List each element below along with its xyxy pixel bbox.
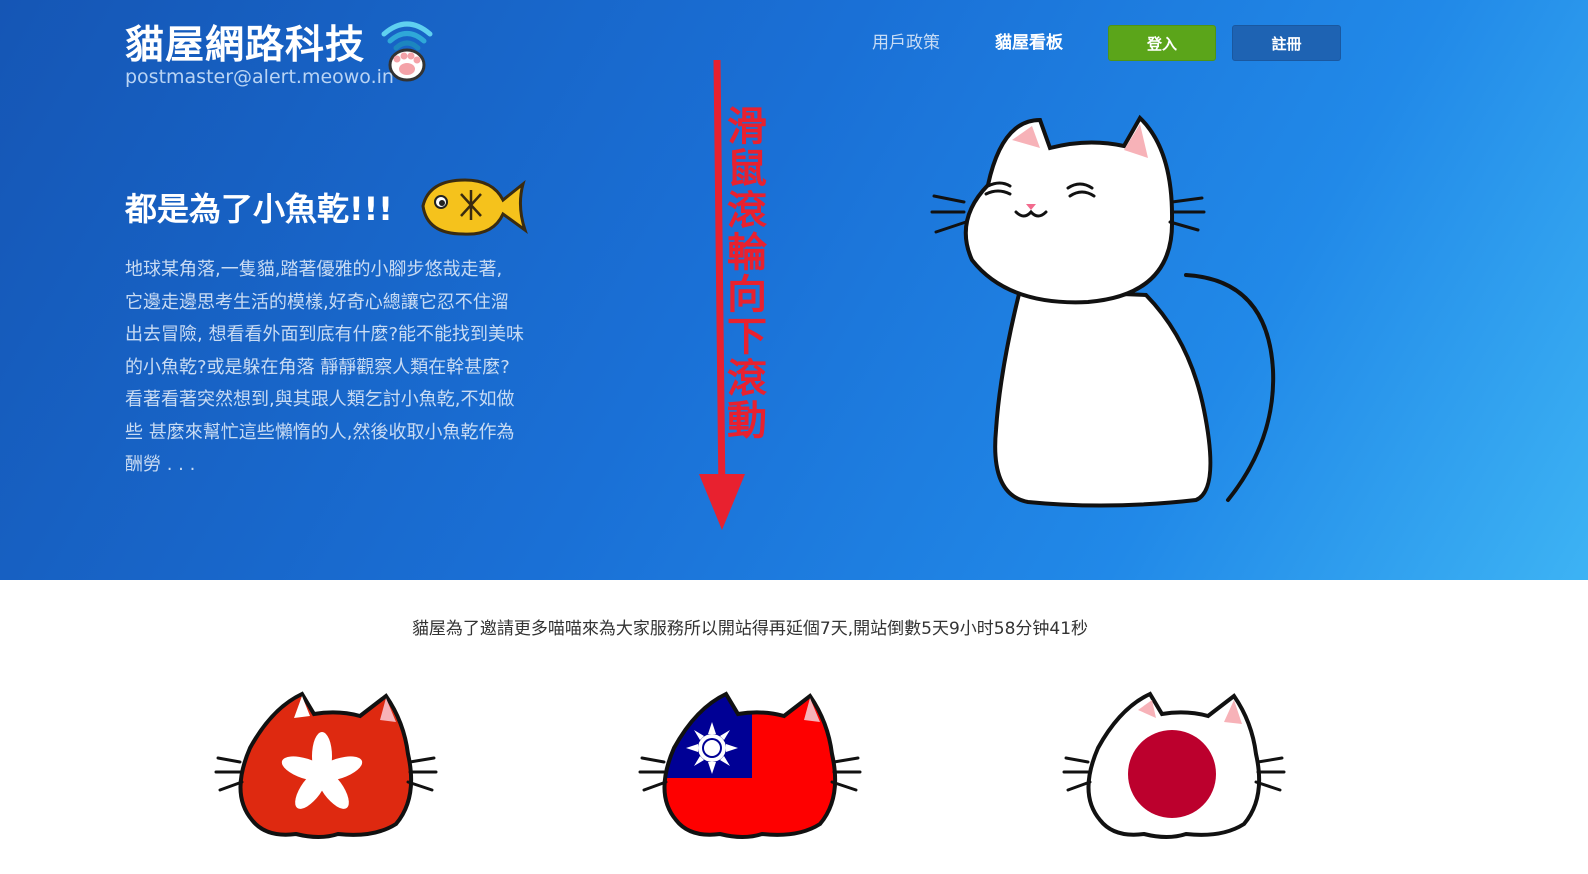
nav-user-policy[interactable]: 用戶政策 xyxy=(872,28,940,53)
hero-banner: 貓屋網路科技 postmaster@alert.meowo.in 用戶政策 貓屋… xyxy=(0,0,1588,580)
countdown-notice: 貓屋為了邀請更多喵喵來為大家服務所以開站得再延個7天,開站倒數5天9小时58分钟… xyxy=(411,619,1089,639)
site-title[interactable]: 貓屋網路科技 xyxy=(125,14,365,70)
nav-cat-board[interactable]: 貓屋看板 xyxy=(995,28,1063,53)
white-cat-icon xyxy=(930,114,1276,508)
scroll-hint: 滑鼠滾輪向下滾動 xyxy=(720,105,766,441)
hong-kong-flag-cat-icon[interactable] xyxy=(210,688,440,843)
hero-intro-text: 地球某角落,一隻貓,踏著優雅的小腳步悠哉走著, 它邊走邊思考生活的模樣,好奇心總… xyxy=(125,259,524,475)
hero-headline: 都是為了小魚乾!!! xyxy=(125,190,393,228)
taiwan-flag-cat-icon[interactable] xyxy=(634,688,864,843)
login-button[interactable]: 登入 xyxy=(1108,25,1216,61)
register-button[interactable]: 註冊 xyxy=(1232,25,1341,61)
japan-flag-cat-icon[interactable] xyxy=(1058,688,1288,843)
dried-fish-icon xyxy=(421,178,528,236)
contact-email: postmaster@alert.meowo.in xyxy=(125,66,394,88)
